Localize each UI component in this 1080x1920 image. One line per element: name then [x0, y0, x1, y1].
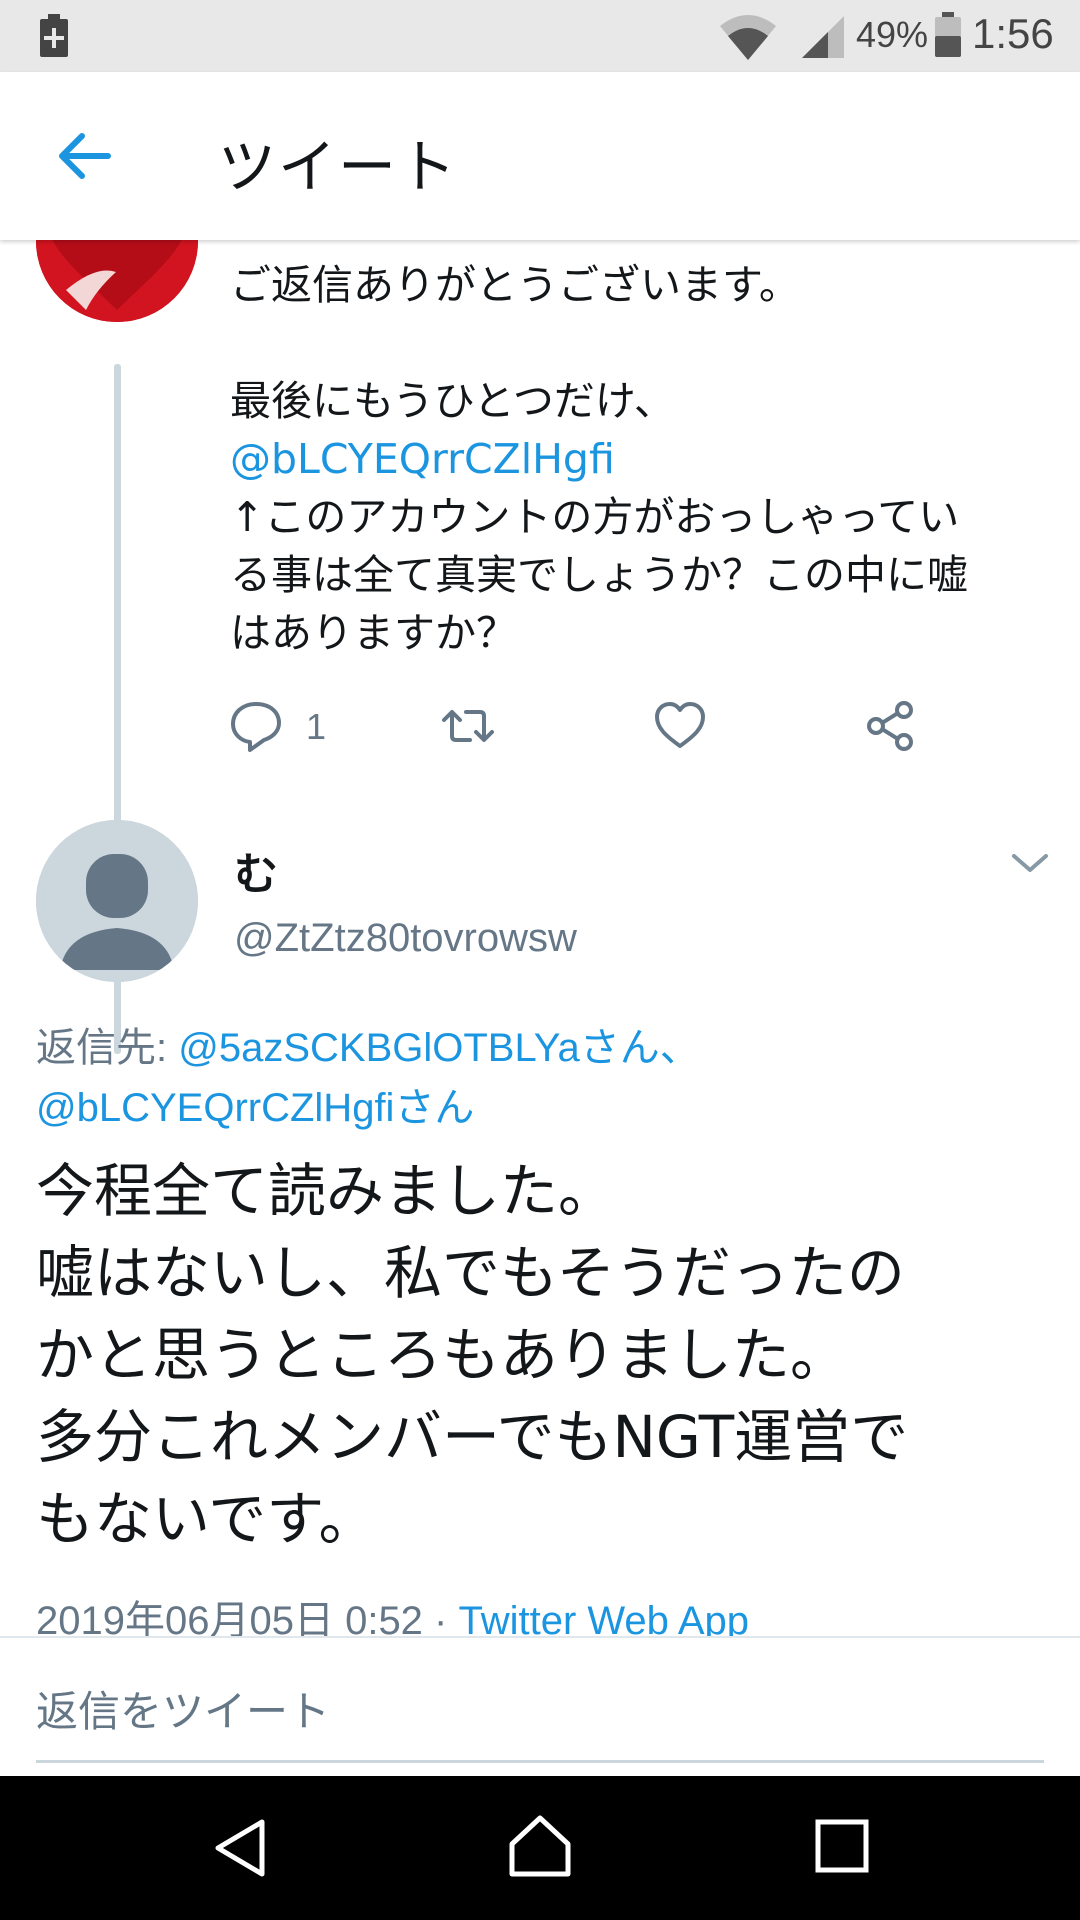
clock: 1:56 [972, 10, 1054, 57]
nav-back-icon[interactable] [210, 1816, 274, 1880]
retweet-icon [442, 710, 494, 742]
reply-icon [231, 702, 281, 752]
reply-to-label: 返信先: [36, 1026, 179, 1070]
reply-composer[interactable]: 返信をツイート [0, 1636, 1080, 1776]
like-icon [655, 702, 705, 748]
battery-percent: 49% [856, 14, 929, 55]
reply-button[interactable]: 1 [228, 698, 326, 758]
tweet-body: 今程全て読みました。 嘘はないし、私でもそうだったの かと思うところもありました… [36, 1150, 1066, 1560]
page-title: ツイート [218, 133, 459, 201]
like-button[interactable] [652, 698, 708, 758]
reply-count: 1 [306, 706, 327, 747]
battery-saver-icon [40, 14, 68, 57]
user-handle[interactable]: @ZtZtz80tovrowsw [234, 916, 577, 961]
tweet-text-line [230, 314, 1060, 372]
tweet-text-line: ↑このアカウントの方がおっしゃってい [230, 493, 960, 541]
tweet-body-line: かと思うところもありました。 [36, 1321, 849, 1389]
tweet-body-line: 多分これメンバーでもNGT運営で [36, 1403, 909, 1471]
tweet-body-line: もないです。 [36, 1485, 377, 1553]
reply-to-user-link[interactable]: @5azSCKBGlOTBLYaさん、 [178, 1026, 699, 1070]
avatar[interactable] [36, 820, 198, 982]
display-name[interactable]: む [234, 838, 278, 902]
share-button[interactable] [862, 698, 918, 758]
previous-tweet-text: ご返信ありがとうございます。 最後にもうひとつだけ、 @bLCYEQrrCZlH… [230, 256, 1060, 662]
retweet-button[interactable] [440, 698, 496, 758]
app-header: ツイート [0, 72, 1080, 240]
tweet-body-line: 嘘はないし、私でもそうだったの [36, 1239, 905, 1307]
navigation-bar [0, 1776, 1080, 1920]
tweet-text-line: はありますか？ [230, 609, 517, 657]
nav-recents-icon[interactable] [814, 1818, 870, 1874]
tweet-text-line: る事は全て真実でしょうか？この中に嘘 [230, 551, 968, 599]
tweet-text-line: ご返信ありがとうございます。 [230, 261, 800, 309]
reply-to-user-link[interactable]: @bLCYEQrrCZlHgfiさん [36, 1078, 1056, 1138]
tweet-body-line: 今程全て読みました。 [36, 1157, 617, 1225]
reply-to-line: 返信先: @5azSCKBGlOTBLYaさん、 [36, 1018, 1056, 1078]
tweet-source-link[interactable]: Twitter Web App [458, 1599, 749, 1636]
share-icon [867, 701, 913, 751]
battery-icon [935, 12, 961, 57]
nav-home-icon[interactable] [506, 1812, 574, 1880]
avatar[interactable] [36, 240, 198, 322]
reply-to-context: 返信先: @5azSCKBGlOTBLYaさん、 @bLCYEQrrCZlHgf… [36, 1018, 1056, 1138]
reply-input[interactable]: 返信をツイート [36, 1678, 330, 1739]
heart-avatar-icon [36, 240, 198, 322]
default-user-avatar-icon [36, 820, 198, 982]
wifi-icon [720, 15, 776, 60]
signal-icon [802, 16, 844, 58]
input-underline [36, 1760, 1044, 1763]
chevron-down-icon[interactable] [1008, 840, 1052, 884]
tweet-text-line: 最後にもうひとつだけ、 [230, 377, 675, 425]
mention-link[interactable]: @bLCYEQrrCZlHgfi [230, 430, 1060, 488]
tweet-meta: 2019年06月05日 0:52 · Twitter Web App [36, 1588, 749, 1636]
status-bar: 49% 1:56 [0, 0, 1080, 72]
tweet-timestamp: 2019年06月05日 0:52 · [36, 1599, 459, 1636]
back-arrow-icon[interactable] [50, 122, 118, 190]
tweet-thread[interactable]: ご返信ありがとうございます。 最後にもうひとつだけ、 @bLCYEQrrCZlH… [0, 240, 1080, 1636]
